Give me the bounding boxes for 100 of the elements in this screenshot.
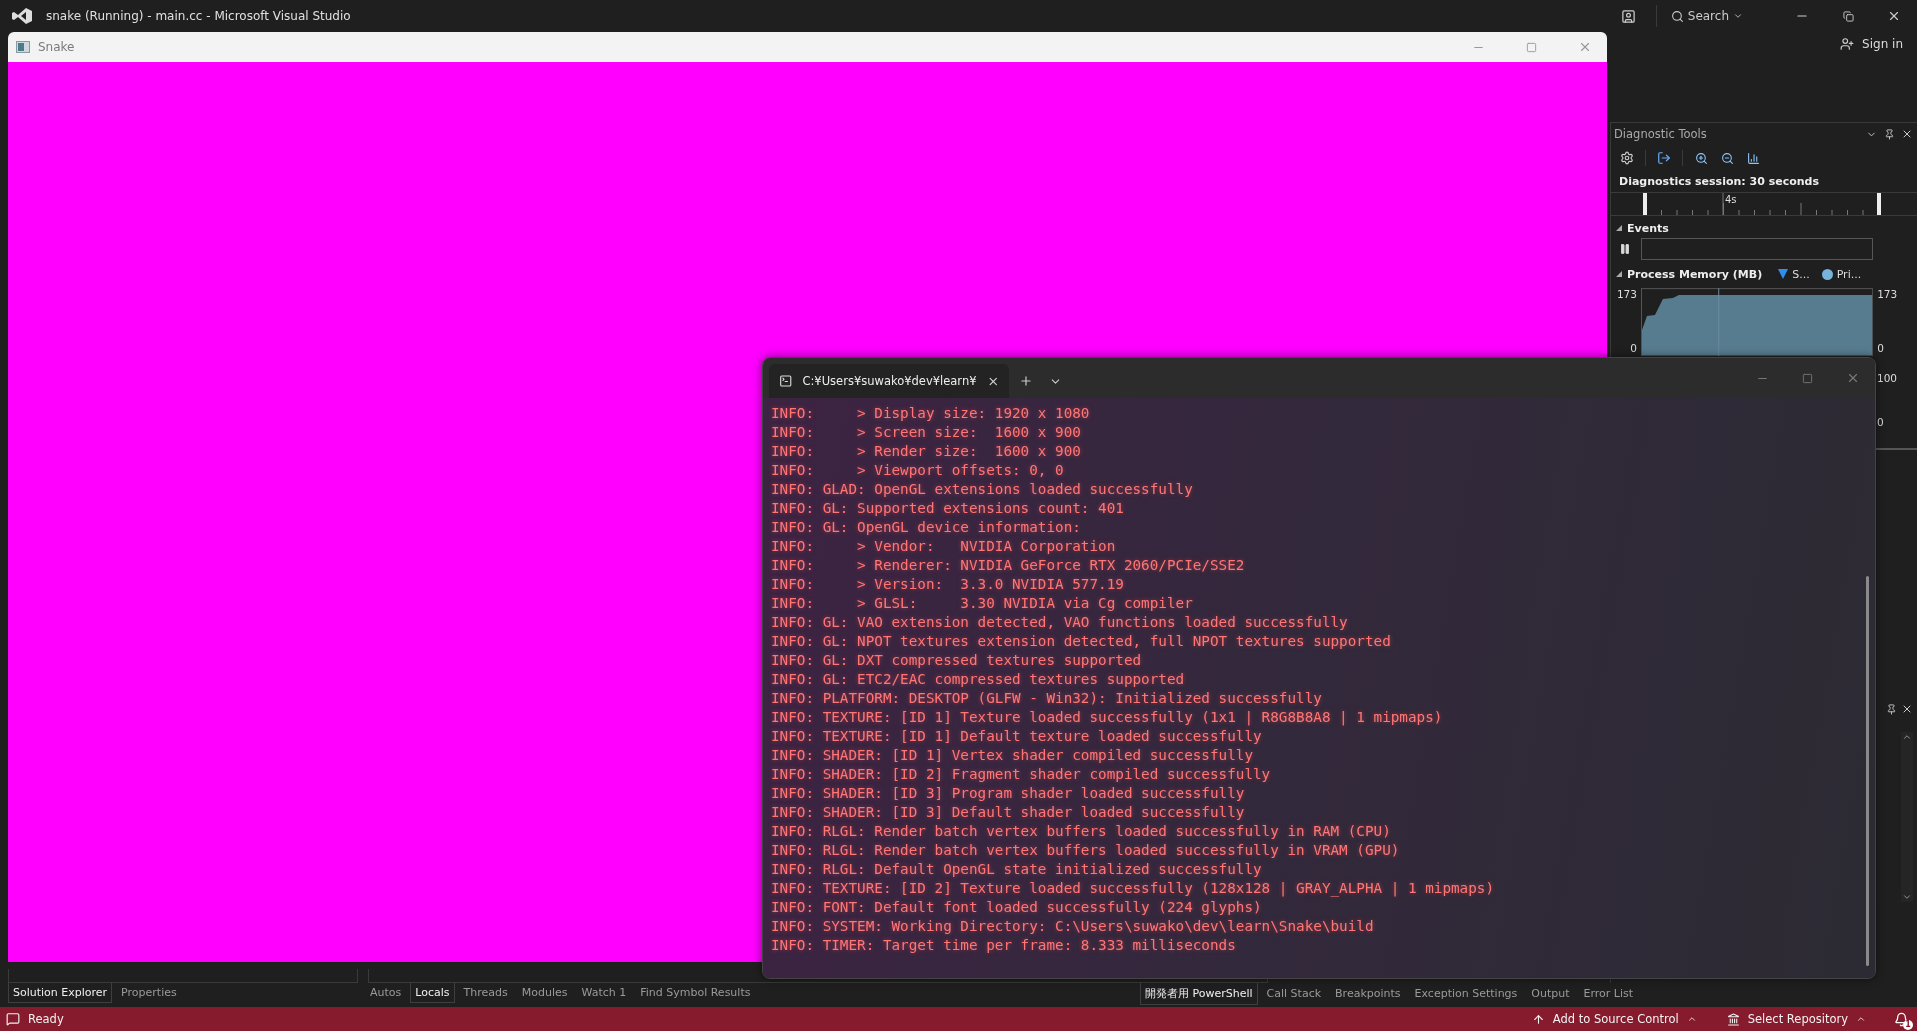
log-line: INFO: TEXTURE: [ID 1] Texture loaded successfully (1x1 | R8G8B8A8 | 1 mipmaps) (771, 708, 1444, 727)
pause-icon[interactable] (1619, 243, 1631, 255)
panel-tab[interactable]: Error List (1578, 983, 1639, 1005)
search-button[interactable]: Search (1655, 5, 1749, 27)
log-line: INFO: RLGL: Render batch vertex buffers loaded successfully in RAM (CPU) (771, 822, 1392, 841)
panel-tab[interactable]: Exception Settings (1409, 983, 1523, 1005)
feedback-icon[interactable] (1621, 8, 1637, 24)
panel-tab[interactable]: Call Stack (1261, 983, 1327, 1005)
expand-icon[interactable] (1615, 270, 1623, 278)
panel-tab[interactable]: Watch 1 (576, 983, 632, 1003)
log-line: INFO: PLATFORM: DESKTOP (GLFW - Win32): Initialized successfully (771, 689, 1323, 708)
axis-label: 0 (1630, 342, 1637, 354)
caret-icon[interactable] (1733, 11, 1743, 21)
window-title: snake (Running) - main.cc - Microsoft Visual Studio (46, 9, 351, 23)
panel-tab[interactable]: Breakpoints (1330, 983, 1406, 1005)
log-line: INFO: > Screen size: 1600 x 900 (771, 423, 1082, 442)
log-line: INFO: GL: ETC2/EAC compressed textures supported (771, 670, 1186, 689)
log-line: INFO: GL: Supported extensions count: 401 (771, 499, 1125, 518)
close-icon[interactable] (1901, 703, 1913, 715)
log-line: INFO: RLGL: Render batch vertex buffers loaded successfully in VRAM (GPU) (771, 841, 1401, 860)
expand-icon[interactable] (1615, 224, 1623, 232)
log-line: INFO: FONT: Default font loaded successfully (224 glyphs) (771, 898, 1263, 917)
panel-title: Diagnostic Tools (1614, 127, 1708, 141)
circle-icon (1821, 268, 1833, 280)
window-title: Snake (38, 40, 76, 54)
legend-label: S... (1792, 267, 1810, 281)
chart-icon[interactable] (1746, 151, 1760, 165)
panel-tab[interactable]: Autos (365, 983, 407, 1003)
arrow-up-icon[interactable] (1531, 1012, 1545, 1026)
export-icon[interactable] (1657, 151, 1671, 165)
axis-label: 100 (1877, 372, 1898, 384)
log-line: INFO: SHADER: [ID 3] Default shader loaded successfully (771, 803, 1246, 822)
log-line: INFO: TIMER: Target time per frame: 8.333 milliseconds (771, 936, 1237, 955)
restore-icon[interactable] (1842, 10, 1854, 22)
section-title: Events (1627, 221, 1669, 235)
triangle-icon (1778, 269, 1789, 279)
caret-icon[interactable] (1856, 1014, 1866, 1024)
axis-label: 0 (1877, 342, 1884, 354)
log-line: INFO: > Display size: 1920 x 1080 (771, 404, 1091, 423)
terminal-icon (779, 374, 793, 388)
close-icon[interactable] (1901, 128, 1913, 140)
log-line: INFO: SYSTEM: Working Directory: C:\Users\suwako\dev\learn\Snake\build (771, 917, 1375, 936)
maximize-icon[interactable] (1802, 372, 1813, 384)
scroll-up-icon[interactable] (1902, 732, 1912, 742)
pin-icon[interactable] (1885, 703, 1897, 715)
zoom-out-icon[interactable] (1720, 151, 1734, 165)
axis-label: 0 (1877, 416, 1884, 428)
panel-tab[interactable]: Threads (458, 983, 513, 1003)
legend-label: Pri... (1836, 267, 1862, 281)
log-line: INFO: SHADER: [ID 1] Vertex shader compiled successfully (771, 746, 1255, 765)
log-line: INFO: TEXTURE: [ID 1] Default texture loaded successfully (771, 727, 1263, 746)
panel-tab[interactable]: Properties (116, 983, 182, 1003)
log-line: INFO: GL: OpenGL device information: (771, 518, 1082, 537)
window-icon (16, 41, 30, 53)
scroll-down-icon[interactable] (1902, 892, 1912, 902)
session-text: Diagnostics session: 30 seconds (1618, 174, 1821, 190)
caret-icon[interactable] (1686, 1014, 1697, 1024)
repository-button[interactable]: Select Repository (1726, 1012, 1866, 1026)
source-control-button[interactable]: Add to Source Control (1531, 1012, 1697, 1026)
log-line: INFO: > Renderer: NVIDIA GeForce RTX 2060/PCIe/SSE2 (771, 556, 1246, 575)
log-line: INFO: > Viewport offsets: 0, 0 (771, 461, 1065, 480)
log-line: INFO: SHADER: [ID 3] Program shader loaded successfully (771, 784, 1246, 803)
log-line: INFO: GL: DXT compressed textures supported (771, 651, 1143, 670)
pin-icon[interactable] (1883, 128, 1895, 140)
log-line: INFO: SHADER: [ID 2] Fragment shader compiled successfully (771, 765, 1272, 784)
log-line: INFO: > Render size: 1600 x 900 (771, 442, 1082, 461)
panel-tab[interactable]: Locals (410, 983, 455, 1003)
repository-icon[interactable] (1726, 1012, 1740, 1026)
axis-label: 173 (1616, 288, 1637, 300)
new-tab-icon[interactable] (1019, 374, 1033, 388)
log-line: INFO: GL: NPOT textures extension detected, full NPOT textures supported (771, 632, 1392, 651)
log-line: INFO: GLAD: OpenGL extensions loaded successfully (771, 480, 1194, 499)
panel-tab[interactable]: Output (1526, 983, 1575, 1005)
panel-tab[interactable]: Modules (516, 983, 573, 1003)
output-icon[interactable] (6, 1012, 20, 1026)
log-line: INFO: RLGL: Default OpenGL state initialized successfully (771, 860, 1263, 879)
panel-tab[interactable]: Find Symbol Results (635, 983, 756, 1003)
user-plus-icon[interactable] (1840, 37, 1855, 51)
log-line: INFO: > Vendor: NVIDIA Corporation (771, 537, 1117, 556)
section-title: Process Memory (MB) (1627, 267, 1763, 281)
log-line: INFO: > GLSL: 3.30 NVIDIA via Cg compiler (771, 594, 1194, 613)
scrollbar[interactable] (1866, 576, 1869, 966)
close-icon[interactable] (1887, 9, 1901, 23)
sign-in-button[interactable]: Sign in (1840, 37, 1903, 51)
settings-icon[interactable] (1620, 151, 1634, 165)
log-line: INFO: > Version: 3.3.0 NVIDIA 577.19 (771, 575, 1125, 594)
axis-label: 173 (1877, 288, 1898, 300)
notification-badge: 1 (1903, 1019, 1913, 1030)
log-line: INFO: TEXTURE: [ID 2] Texture loaded successfully (128x128 | GRAY_ALPHA | 1 mipmaps) (771, 879, 1496, 898)
scrollbar[interactable] (1901, 732, 1913, 902)
bell-icon[interactable] (1894, 1011, 1909, 1027)
zoom-in-icon[interactable] (1694, 151, 1708, 165)
app-logo (12, 8, 32, 24)
terminal-tab[interactable]: C:¥Users¥suwako¥dev¥learn¥ (769, 364, 1009, 398)
time-label: 4s (1725, 194, 1737, 205)
panel-tab[interactable]: 開発者用 PowerShell (1140, 983, 1258, 1005)
status-text: Ready (28, 1012, 64, 1026)
panel-tab[interactable]: Solution Explorer (8, 983, 113, 1003)
log-line: INFO: GL: VAO extension detected, VAO functions loaded successfully (771, 613, 1349, 632)
search-icon[interactable] (1670, 9, 1684, 23)
